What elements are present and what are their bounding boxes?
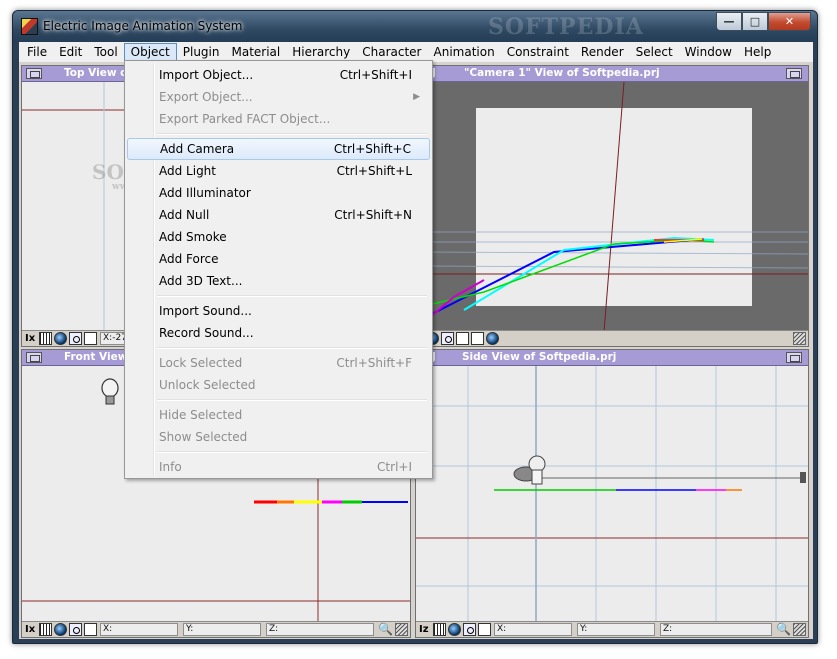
window-title: Electric Image Animation System [43, 19, 243, 33]
menu-add-illuminator[interactable]: Add Illuminator [127, 182, 430, 204]
menu-select[interactable]: Select [630, 43, 679, 61]
menu-lock-selected[interactable]: Lock Selected Ctrl+Shift+F [127, 352, 430, 374]
menu-constraint[interactable]: Constraint [501, 43, 575, 61]
light-bulb-icon [101, 378, 119, 405]
menu-separator [157, 295, 427, 297]
submenu-arrow-icon: ▶ [413, 92, 420, 102]
menu-export-object[interactable]: Export Object... ▶ [127, 86, 430, 108]
resize-grip-icon[interactable] [793, 332, 806, 345]
menu-bar: File Edit Tool Object Plugin Material Hi… [19, 42, 813, 62]
menu-separator [157, 347, 427, 349]
display-icon[interactable] [478, 623, 491, 636]
refresh-icon[interactable] [486, 332, 499, 345]
menu-record-sound[interactable]: Record Sound... [127, 322, 430, 344]
zoom-icon[interactable]: 🔍 [776, 622, 791, 636]
side-scene-icon [416, 366, 808, 621]
shading-sphere-icon[interactable] [54, 332, 67, 345]
frame-icon[interactable] [471, 332, 484, 345]
coord-x-field[interactable]: X: [494, 623, 572, 636]
axis-xy-icon[interactable]: Ix [25, 623, 38, 636]
menu-animation[interactable]: Animation [428, 43, 501, 61]
menu-add-3d-text[interactable]: Add 3D Text... [127, 270, 430, 292]
menu-hide-selected[interactable]: Hide Selected [127, 404, 430, 426]
menu-info[interactable]: Info Ctrl+I [127, 456, 430, 478]
coord-x-field[interactable]: X:-27 [100, 332, 127, 345]
viewport-camera-canvas[interactable] [424, 82, 808, 330]
menu-add-light[interactable]: Add Light Ctrl+Shift+L [127, 160, 430, 182]
menu-plugin[interactable]: Plugin [177, 43, 226, 61]
axis-yz-icon[interactable]: Iz [419, 623, 432, 636]
camera-icon[interactable] [463, 623, 476, 636]
resize-grip-icon[interactable] [793, 623, 806, 636]
maximize-button[interactable]: □ [742, 12, 768, 31]
menu-show-selected[interactable]: Show Selected [127, 426, 430, 448]
menu-hierarchy[interactable]: Hierarchy [286, 43, 356, 61]
viewport-camera-titlebar[interactable]: J "Camera 1" View of Softpedia.prj [424, 66, 808, 82]
menu-add-force[interactable]: Add Force [127, 248, 430, 270]
coord-y-field[interactable]: Y: [577, 623, 655, 636]
shading-sphere-icon[interactable] [448, 623, 461, 636]
viewport-side-statusbar: Iz X: Y: Z: 🔍 [416, 621, 808, 637]
viewport-maximize-icon[interactable] [786, 352, 802, 363]
menu-add-null[interactable]: Add Null Ctrl+Shift+N [127, 204, 430, 226]
menu-object[interactable]: Object [123, 43, 177, 61]
menu-separator [157, 399, 427, 401]
menu-tool[interactable]: Tool [88, 43, 123, 61]
camera-icon[interactable] [69, 623, 82, 636]
viewport-top-title: Top View o [64, 67, 128, 79]
camera-scene-icon [424, 82, 808, 330]
menu-render[interactable]: Render [575, 43, 630, 61]
menu-add-camera[interactable]: Add Camera Ctrl+Shift+C [127, 138, 430, 160]
grid-icon[interactable] [433, 623, 446, 636]
menu-import-sound[interactable]: Import Sound... [127, 300, 430, 322]
viewport-side-canvas[interactable] [416, 366, 808, 621]
grid-icon[interactable] [39, 332, 52, 345]
shading-sphere-icon[interactable] [54, 623, 67, 636]
viewport-camera[interactable]: J "Camera 1" View of Softpedia.prj [423, 65, 809, 347]
menu-material[interactable]: Material [225, 43, 286, 61]
close-button[interactable]: ✕ [768, 12, 811, 31]
viewport-front-statusbar: Ix X: Y: Z: 🔍 [22, 621, 410, 637]
axis-xy-icon[interactable]: Ix [25, 332, 38, 345]
coord-z-field[interactable]: Z: [266, 623, 374, 636]
viewport-side-titlebar[interactable]: J Side View of Softpedia.prj [416, 350, 808, 366]
menu-window[interactable]: Window [679, 43, 738, 61]
camera-icon[interactable] [69, 332, 82, 345]
camera-icon[interactable] [441, 332, 454, 345]
resize-grip-icon[interactable] [395, 623, 408, 636]
viewport-camera-statusbar [424, 330, 808, 346]
grid-icon[interactable] [39, 623, 52, 636]
display-icon[interactable] [84, 623, 97, 636]
display-icon[interactable] [84, 332, 97, 345]
menu-import-object[interactable]: Import Object... Ctrl+Shift+I [127, 64, 430, 86]
viewport-side-title: Side View of Softpedia.prj [462, 351, 617, 363]
camera-object-icon [513, 455, 546, 485]
viewport-side[interactable]: J Side View of Softpedia.prj Iz X: Y: Z:… [415, 349, 809, 638]
menu-separator [157, 451, 427, 453]
title-bar[interactable]: Electric Image Animation System SOFTPEDI… [13, 11, 817, 42]
menu-separator [157, 133, 427, 135]
viewport-menu-icon[interactable] [26, 68, 42, 79]
menu-character[interactable]: Character [356, 43, 427, 61]
menu-add-smoke[interactable]: Add Smoke [127, 226, 430, 248]
minimize-button[interactable]: — [716, 12, 742, 31]
menu-file[interactable]: File [21, 43, 53, 61]
display-icon[interactable] [456, 332, 469, 345]
menu-export-parked-fact[interactable]: Export Parked FACT Object... [127, 108, 430, 130]
viewport-menu-icon[interactable] [26, 352, 42, 363]
menu-unlock-selected[interactable]: Unlock Selected [127, 374, 430, 396]
menu-edit[interactable]: Edit [53, 43, 88, 61]
coord-y-field[interactable]: Y: [183, 623, 261, 636]
viewport-camera-title: "Camera 1" View of Softpedia.prj [464, 67, 660, 79]
watermark-logo: SOFTPEDIA [488, 14, 644, 40]
object-menu-dropdown: Import Object... Ctrl+Shift+I Export Obje… [124, 60, 433, 479]
app-logo-icon[interactable] [21, 18, 38, 35]
viewport-maximize-icon[interactable] [786, 68, 802, 79]
coord-z-field[interactable]: Z: [660, 623, 772, 636]
coord-x-field[interactable]: X: [100, 623, 178, 636]
zoom-icon[interactable]: 🔍 [378, 622, 393, 636]
menu-help[interactable]: Help [738, 43, 777, 61]
